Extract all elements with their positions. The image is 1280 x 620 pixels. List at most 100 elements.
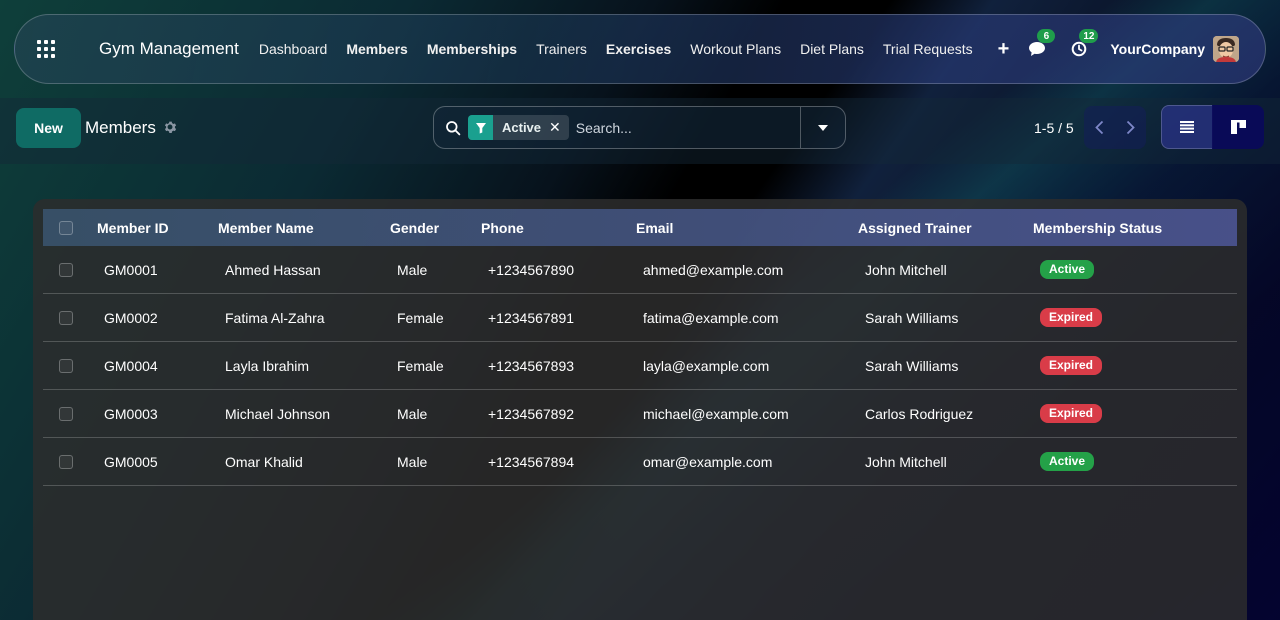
cell-member-name: Fatima Al-Zahra [225,309,325,326]
status-badge: Expired [1040,308,1103,327]
chevron-left-icon [1095,120,1104,135]
pager-next-button[interactable] [1115,106,1146,149]
cell-gender: Male [397,405,428,422]
list-view-button[interactable] [1161,105,1213,149]
messages-button[interactable]: 6 [1026,29,1056,60]
select-all-checkbox[interactable] [59,220,73,235]
cell-email: layla@example.com [643,357,770,374]
cell-phone: +1234567891 [488,309,575,326]
search-input[interactable] [575,113,791,142]
apps-grid-icon[interactable] [37,40,55,58]
table-row[interactable]: GM0001 Ahmed Hassan Male +1234567890 ahm… [43,246,1237,294]
table-row[interactable]: GM0004 Layla Ibrahim Female +1234567893 … [43,342,1237,390]
add-menu-icon[interactable]: + [998,39,1010,59]
search-facet: Active ✕ [468,115,569,140]
user-avatar[interactable] [1213,36,1239,62]
cell-email: omar@example.com [643,453,773,470]
search-options-toggle[interactable] [800,107,845,148]
cell-member-id: GM0002 [104,309,158,326]
menu-item-trial-requests[interactable]: Trial Requests [883,41,973,57]
cell-gender: Male [397,453,428,470]
cell-assigned-trainer: John Mitchell [865,261,947,278]
company-switcher[interactable]: YourCompany [1110,41,1205,57]
table-row[interactable]: GM0003 Michael Johnson Male +1234567892 … [43,390,1237,438]
control-panel: New Members Active ✕ 1-5 / 5 [0,98,1280,164]
table-header: Member ID Member Name Gender Phone Email… [43,209,1237,246]
list-view-container: Member ID Member Name Gender Phone Email… [33,199,1247,620]
menu-item-exercises[interactable]: Exercises [606,41,671,57]
column-header-assigned-trainer[interactable]: Assigned Trainer [858,220,972,236]
column-header-membership-status[interactable]: Membership Status [1033,220,1162,236]
new-button[interactable]: New [16,108,81,148]
main-menu: Dashboard Members Memberships Trainers E… [259,39,1010,59]
cell-assigned-trainer: Sarah Williams [865,357,959,374]
cell-member-name: Omar Khalid [225,453,303,470]
search-icon[interactable] [445,120,461,136]
column-header-member-id[interactable]: Member ID [97,220,169,236]
table-row[interactable]: GM0002 Fatima Al-Zahra Female +123456789… [43,294,1237,342]
cell-assigned-trainer: Carlos Rodriguez [865,405,974,422]
row-checkbox[interactable] [59,406,73,421]
column-header-gender[interactable]: Gender [390,220,439,236]
cell-member-name: Layla Ibrahim [225,357,310,374]
cell-gender: Female [397,309,444,326]
column-header-email[interactable]: Email [636,220,673,236]
cell-member-id: GM0004 [104,357,158,374]
cell-email: ahmed@example.com [643,261,784,278]
messages-count-badge: 6 [1037,29,1056,43]
chat-icon [1029,42,1046,56]
status-badge: Active [1040,260,1095,279]
clock-icon [1072,41,1087,57]
list-view-icon [1180,121,1194,133]
close-icon[interactable]: ✕ [549,119,569,136]
activities-count-badge: 12 [1079,29,1099,43]
table-row[interactable]: GM0005 Omar Khalid Male +1234567894 omar… [43,438,1237,486]
cell-member-name: Michael Johnson [225,405,331,422]
kanban-view-icon [1230,120,1246,134]
cell-phone: +1234567893 [488,357,575,374]
pager-value[interactable]: 1-5 / 5 [1034,120,1074,136]
row-checkbox[interactable] [59,310,73,325]
page-title: Members [85,118,156,137]
status-badge: Expired [1040,356,1103,375]
top-navbar: Gym Management Dashboard Members Members… [14,14,1266,84]
menu-item-memberships[interactable]: Memberships [427,41,517,57]
column-header-phone[interactable]: Phone [481,220,524,236]
status-badge: Expired [1040,404,1103,423]
app-brand[interactable]: Gym Management [99,39,239,59]
pager-previous-button[interactable] [1084,106,1115,149]
cell-phone: +1234567894 [488,453,575,470]
activities-button[interactable]: 12 [1068,29,1099,60]
cell-member-id: GM0001 [104,261,158,278]
menu-item-trainers[interactable]: Trainers [536,41,587,57]
menu-item-workout-plans[interactable]: Workout Plans [690,41,781,57]
cell-assigned-trainer: John Mitchell [865,453,947,470]
cell-phone: +1234567892 [488,405,575,422]
cell-gender: Male [397,261,428,278]
caret-down-icon [818,124,828,131]
cell-phone: +1234567890 [488,261,575,278]
row-checkbox[interactable] [59,454,73,469]
row-checkbox[interactable] [59,358,73,373]
cell-email: fatima@example.com [643,309,779,326]
menu-item-members[interactable]: Members [346,41,407,57]
chevron-right-icon [1126,120,1135,135]
cell-email: michael@example.com [643,405,789,422]
cell-member-name: Ahmed Hassan [225,261,321,278]
cell-member-id: GM0005 [104,453,158,470]
systray: 6 12 YourCompany [1026,29,1239,62]
status-badge: Active [1040,452,1095,471]
facet-label: Active [502,120,542,135]
gear-icon[interactable] [163,120,177,134]
menu-item-dashboard[interactable]: Dashboard [259,41,328,57]
menu-item-diet-plans[interactable]: Diet Plans [800,41,864,57]
avatar-image [1213,36,1239,62]
search-bar: Active ✕ [433,106,846,149]
filter-icon [468,115,493,140]
kanban-view-button[interactable] [1212,105,1264,149]
row-checkbox[interactable] [59,262,73,277]
cell-gender: Female [397,357,444,374]
column-header-member-name[interactable]: Member Name [218,220,314,236]
cell-member-id: GM0003 [104,405,158,422]
cell-assigned-trainer: Sarah Williams [865,309,959,326]
